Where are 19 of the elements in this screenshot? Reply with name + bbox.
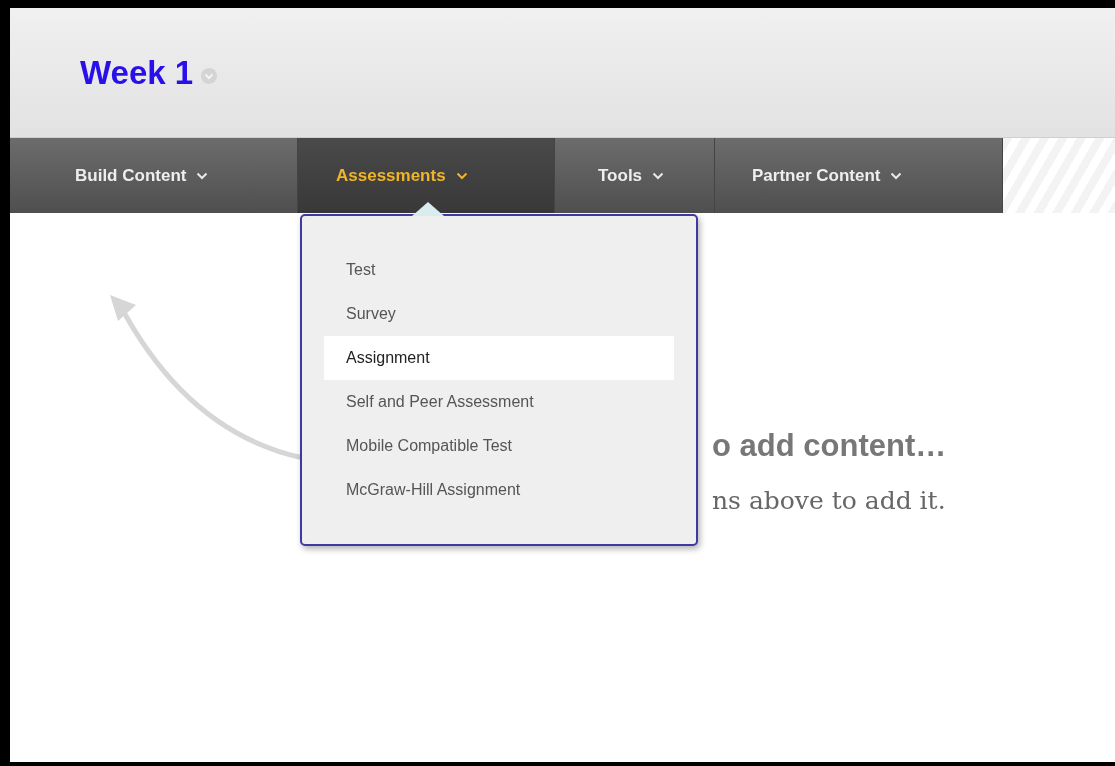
menu-tab[interactable]: Tools <box>555 138 715 213</box>
chevron-down-icon <box>455 171 468 180</box>
empty-heading: o add content… <box>712 428 948 464</box>
menu-tab[interactable]: Assessments <box>298 138 555 213</box>
menu-tab[interactable]: Build Content <box>10 138 298 213</box>
chevron-down-icon <box>890 171 903 180</box>
menu-item[interactable]: Self and Peer Assessment <box>324 380 674 424</box>
menu-tab[interactable]: Partner Content <box>715 138 1003 213</box>
menu-pointer <box>412 202 444 216</box>
chevron-down-icon <box>196 171 209 180</box>
menu-item[interactable]: Mobile Compatible Test <box>324 424 674 468</box>
menu-item[interactable]: Assignment <box>324 336 674 380</box>
menu-item[interactable]: McGraw-Hill Assignment <box>324 468 674 512</box>
chevron-down-icon[interactable] <box>201 67 218 84</box>
page-title: Week 1 <box>80 53 194 92</box>
empty-text: ns above to add it. <box>712 486 947 515</box>
chevron-down-icon <box>652 171 665 180</box>
menu-item[interactable]: Test <box>324 248 674 292</box>
menu-item[interactable]: Survey <box>324 292 674 336</box>
